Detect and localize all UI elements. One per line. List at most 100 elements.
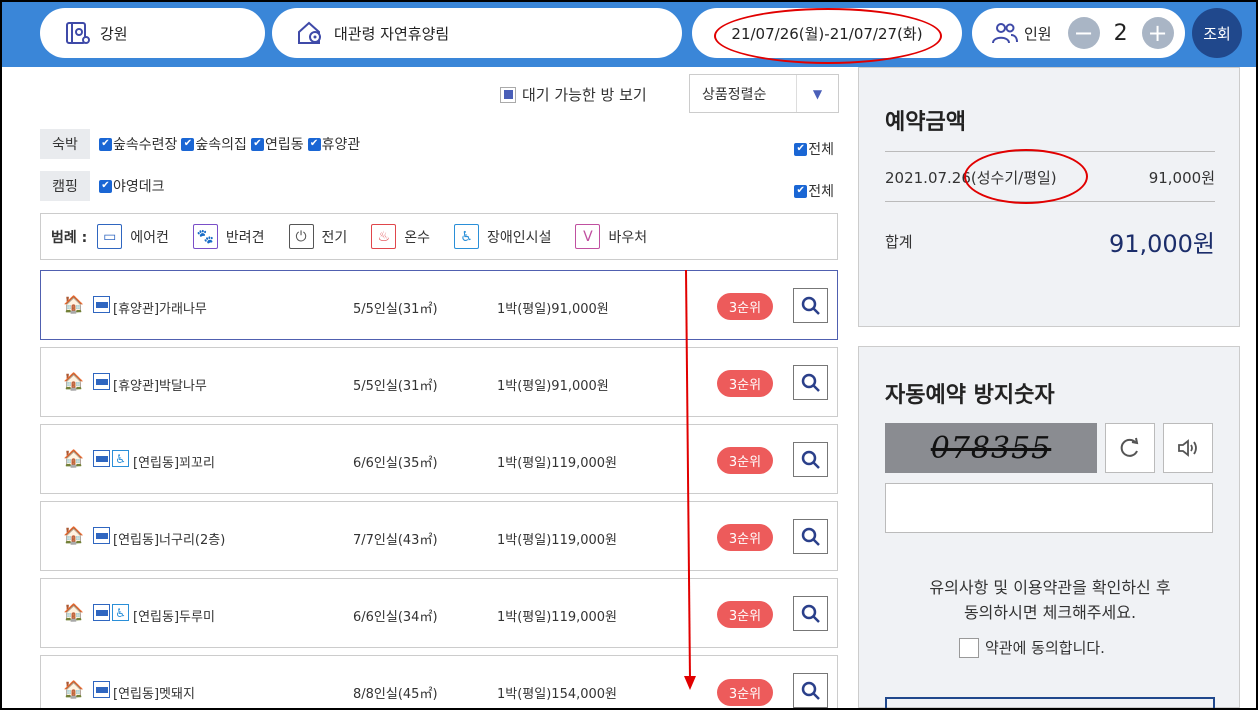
stay-option-1[interactable]: ✔ 숲속의집	[181, 134, 247, 154]
magnifier-icon	[801, 450, 820, 469]
room-price: 1박(평일)91,000원	[497, 302, 609, 317]
date-range-selector[interactable]: 21/07/26(월)-21/07/27(화)	[692, 8, 962, 58]
room-price: 1박(평일)119,000원	[497, 456, 618, 471]
reservation-total: 합계 91,000원	[885, 224, 1215, 259]
agree-label: 약관에 동의합니다.	[985, 639, 1105, 657]
room-row[interactable]: 🏠 ♿ [연립동]꾀꼬리 6/6인실(35㎡) 1박(평일)119,000원 3…	[40, 424, 838, 494]
audio-captcha-button[interactable]	[1163, 423, 1213, 473]
wait-checkbox[interactable]	[500, 86, 516, 103]
people-label: 인원	[1024, 24, 1052, 43]
room-row[interactable]: 🏠 [연립동]너구리(2층) 7/7인실(43㎡) 1박(평일)119,000원…	[40, 501, 838, 571]
region-selector[interactable]: 강원	[40, 8, 265, 58]
wheelchair-icon: ♿	[112, 604, 129, 621]
decrease-people-button[interactable]: −	[1067, 17, 1100, 49]
rank-badge: 3순위	[717, 601, 773, 628]
reservation-date: 2021.07.26	[885, 169, 971, 187]
region-label: 강원	[100, 24, 128, 43]
room-search-button[interactable]	[793, 365, 828, 400]
room-name: [연립동]두루미	[133, 610, 215, 625]
camp-option-0[interactable]: ✔ 야영데크	[99, 176, 165, 196]
rank-badge: 3순위	[717, 293, 773, 320]
pet-dog-icon: 🐾	[192, 224, 218, 249]
room-name: [휴양관]가래나무	[113, 302, 207, 317]
terms-agree-checkbox[interactable]: 약관에 동의합니다.	[959, 637, 1105, 658]
reservation-title: 예약금액	[885, 110, 966, 135]
legend-item: ♿ 장애인시설	[454, 224, 551, 249]
captcha-image: 078355	[885, 423, 1097, 473]
legend-item: 🐾 반려견	[192, 224, 265, 249]
forest-label: 대관령 자연휴양림	[334, 24, 450, 43]
magnifier-icon	[801, 296, 820, 315]
divider	[885, 151, 1215, 152]
hot-water-icon: ♨	[371, 224, 397, 249]
magnifier-icon	[801, 373, 820, 392]
room-capacity: 6/6인실(34㎡)	[353, 610, 438, 625]
legend-item: ♨ 온수	[371, 224, 430, 249]
divider	[885, 201, 1215, 202]
legend: 범례 : ▭ 에어컨 🐾 반려견 ⏻ 전기 ♨ 온수 ♿ 장애인시설 V 바우처	[40, 213, 838, 260]
stay-option-2[interactable]: ✔ 연립동	[250, 134, 304, 154]
room-capacity: 5/5인실(31㎡)	[353, 379, 438, 394]
chevron-down-icon: ▼	[796, 75, 838, 112]
house-icon: 🏠	[63, 372, 85, 392]
wheelchair-icon: ♿	[112, 450, 129, 467]
legend-item: ▭ 에어컨	[97, 224, 169, 249]
stay-option-0[interactable]: ✔ 숲속수련장	[99, 134, 177, 154]
captcha-panel: 자동예약 방지숫자 078355 유의사항 및 이용약관을 확인하신 후 동의하…	[858, 346, 1240, 710]
stay-filter-row: 숙박 ✔ 숲속수련장 ✔ 숲속의집 ✔ 연립동 ✔ 휴양관 ✔ 전체	[40, 129, 838, 159]
people-icon	[992, 22, 1018, 44]
forest-selector[interactable]: 대관령 자연휴양림	[272, 8, 682, 58]
room-row[interactable]: 🏠 [휴양관]박달나무 5/5인실(31㎡) 1박(평일)91,000원 3순위	[40, 347, 838, 417]
wait-toggle-label: 대기 가능한 방 보기	[522, 86, 647, 104]
room-search-button[interactable]	[793, 288, 828, 323]
wait-available-toggle[interactable]: 대기 가능한 방 보기	[500, 84, 647, 105]
stay-all-checkbox[interactable]: ✔ 전체	[794, 139, 834, 159]
reservation-season: (성수기/평일)	[970, 169, 1057, 187]
camp-all-checkbox[interactable]: ✔ 전체	[794, 181, 834, 201]
reservation-line-item: 2021.07.26(성수기/평일) 91,000원	[885, 167, 1215, 188]
room-search-button[interactable]	[793, 673, 828, 708]
air-conditioner-icon	[93, 527, 110, 544]
people-selector: 인원 − 2 +	[972, 8, 1185, 58]
map-book-icon	[64, 20, 90, 46]
room-search-button[interactable]	[793, 596, 828, 631]
legend-item: ⏻ 전기	[288, 224, 347, 249]
legend-title: 범례 :	[51, 229, 88, 246]
people-count: 2	[1113, 20, 1128, 46]
rank-badge: 3순위	[717, 679, 773, 706]
room-search-button[interactable]	[793, 442, 828, 477]
reservation-amount-panel: 예약금액 2021.07.26(성수기/평일) 91,000원 합계 91,00…	[858, 67, 1240, 327]
increase-people-button[interactable]: +	[1141, 17, 1174, 49]
agree-checkbox-box[interactable]	[959, 637, 979, 658]
house-icon: 🏠	[63, 603, 85, 623]
captcha-input[interactable]	[885, 483, 1213, 533]
room-row[interactable]: 🏠 [휴양관]가래나무 5/5인실(31㎡) 1박(평일)91,000원 3순위	[40, 270, 838, 340]
legend-item: V 바우처	[575, 224, 647, 249]
air-conditioner-icon	[93, 296, 110, 313]
reserve-button[interactable]	[885, 697, 1215, 710]
stay-option-3[interactable]: ✔ 휴양관	[307, 134, 360, 154]
room-name: [연립동]꾀꼬리	[133, 456, 215, 471]
refresh-captcha-button[interactable]	[1105, 423, 1155, 473]
rank-badge: 3순위	[717, 447, 773, 474]
room-list-area: 대기 가능한 방 보기 상품정렬순 ▼ 숙박 ✔ 숲속수련장 ✔ 숲속의집 ✔ 연립동…	[0, 67, 850, 710]
house-icon: 🏠	[63, 295, 85, 315]
air-conditioner-icon	[93, 681, 110, 698]
room-row[interactable]: 🏠 ♿ [연립동]두루미 6/6인실(34㎡) 1박(평일)119,000원 3…	[40, 578, 838, 648]
search-bar: 강원 대관령 자연휴양림 21/07/26(월)-21/07/27(화) 인원 …	[2, 2, 1256, 67]
camp-tag: 캠핑	[40, 171, 90, 201]
rank-badge: 3순위	[717, 524, 773, 551]
terms-notice: 유의사항 및 이용약관을 확인하신 후 동의하시면 체크해주세요.	[929, 578, 1171, 622]
sort-value: 상품정렬순	[702, 86, 767, 103]
room-capacity: 8/8인실(45㎡)	[353, 687, 438, 702]
house-icon: 🏠	[63, 680, 85, 700]
electric-plug-icon: ⏻	[288, 224, 314, 249]
room-row[interactable]: 🏠 [연립동]멧돼지 8/8인실(45㎡) 1박(평일)154,000원 3순위	[40, 655, 838, 710]
sort-select[interactable]: 상품정렬순 ▼	[689, 74, 839, 113]
home-location-icon	[296, 19, 324, 47]
room-search-button[interactable]	[793, 519, 828, 554]
search-button[interactable]: 조회	[1192, 8, 1242, 58]
rank-badge: 3순위	[717, 370, 773, 397]
stay-tag: 숙박	[40, 129, 90, 159]
air-conditioner-icon	[93, 373, 110, 390]
